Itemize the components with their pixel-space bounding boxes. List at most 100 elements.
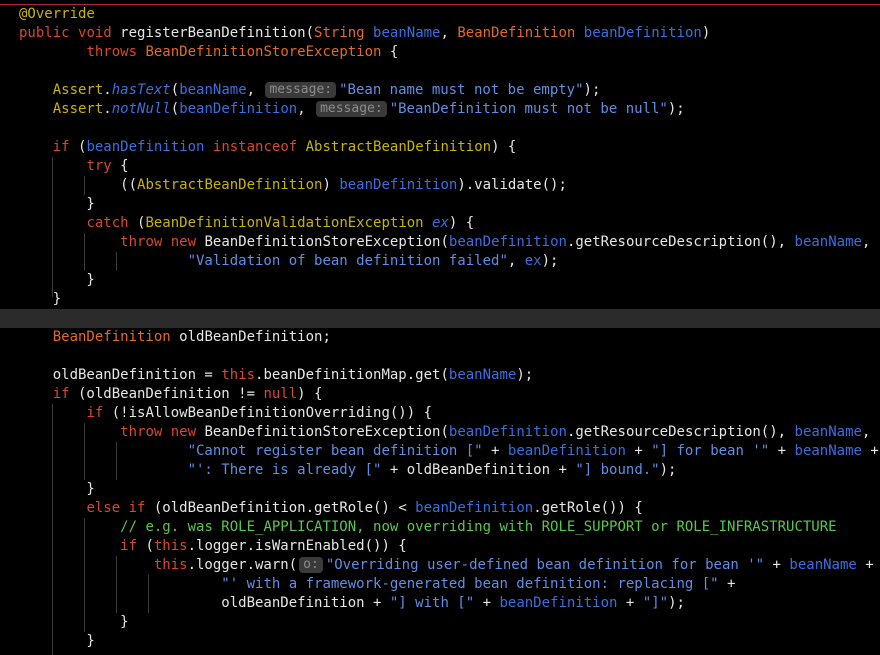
code-line-25[interactable]: "': There is already [" + oldBeanDefinit… xyxy=(19,461,879,480)
code-line-22[interactable]: if (!isAllowBeanDefinitionOverriding()) … xyxy=(19,404,879,423)
token: "] for bean '" xyxy=(651,443,770,459)
token: if xyxy=(128,500,146,516)
token: notNull xyxy=(111,101,171,117)
code-line-9[interactable]: try { xyxy=(19,157,879,176)
token: ); xyxy=(659,462,677,478)
token: + xyxy=(764,557,790,573)
code-line-20[interactable]: oldBeanDefinition = this.beanDefinitionM… xyxy=(19,366,879,385)
token: ) { xyxy=(297,386,323,402)
token: . xyxy=(103,82,112,98)
code-line-33[interactable]: } xyxy=(19,613,879,632)
token: hasText xyxy=(111,82,171,98)
token: ) { xyxy=(448,215,475,231)
code-line-29[interactable]: if (this.logger.isWarnEnabled()) { xyxy=(19,537,879,556)
token: BeanDefinition xyxy=(457,25,576,41)
token: ); xyxy=(668,595,685,611)
code-line-27[interactable]: else if (oldBeanDefinition.getRole() < b… xyxy=(19,499,879,518)
token: (!isAllowBeanDefinitionOverriding()) { xyxy=(103,405,433,421)
token: , xyxy=(297,101,315,117)
token: beanDefinition xyxy=(583,25,702,41)
code-editor[interactable]: @Override public void registerBeanDefini… xyxy=(0,0,880,655)
token: beanDefinition xyxy=(499,595,618,611)
token: throw xyxy=(120,424,163,440)
code-line-6[interactable]: Assert.notNull(beanDefinition, message: "… xyxy=(19,100,879,119)
token: this xyxy=(153,557,188,573)
code-lines[interactable]: @Override public void registerBeanDefini… xyxy=(19,5,879,651)
code-line-18[interactable]: BeanDefinition oldBeanDefinition; xyxy=(19,328,879,347)
code-line-13[interactable]: throw new BeanDefinitionStoreException(b… xyxy=(19,233,879,252)
token: beanDefinition xyxy=(86,139,205,155)
code-line-34[interactable]: } xyxy=(19,632,879,651)
code-line-26[interactable]: } xyxy=(19,480,879,499)
token: BeanDefinitionStoreException( xyxy=(196,424,449,440)
token: + xyxy=(861,443,879,459)
token: , xyxy=(861,424,871,440)
token: beanName xyxy=(179,82,247,98)
token: "': There is already [" xyxy=(187,462,382,478)
code-line-12[interactable]: catch (BeanDefinitionValidationException… xyxy=(19,214,879,233)
token: .logger.isWarnEnabled()) { xyxy=(187,538,407,554)
token: + xyxy=(482,443,508,459)
token: } xyxy=(19,291,62,307)
token: "Overriding user-defined bean definition… xyxy=(325,557,765,573)
token: "BeanDefinition must not be null" xyxy=(389,101,668,117)
token: + xyxy=(474,595,500,611)
code-line-31[interactable]: "' with a framework-generated bean defin… xyxy=(19,575,879,594)
token: Assert xyxy=(52,82,104,98)
code-line-10[interactable]: ((AbstractBeanDefinition) beanDefinition… xyxy=(19,176,879,195)
token: { xyxy=(111,158,129,174)
code-line-5[interactable]: Assert.hasText(beanName, message: "Bean n… xyxy=(19,81,879,100)
code-line-17[interactable] xyxy=(19,309,879,328)
code-line-3[interactable]: throws BeanDefinitionStoreException { xyxy=(19,43,879,62)
code-line-7[interactable] xyxy=(19,119,879,138)
code-line-1[interactable]: @Override xyxy=(19,5,879,24)
token: BeanDefinition xyxy=(52,329,171,345)
token: ( xyxy=(170,82,180,98)
token: ( xyxy=(137,538,154,554)
token: beanName xyxy=(794,234,862,250)
token: ( xyxy=(128,215,146,231)
code-line-15[interactable]: } xyxy=(19,271,879,290)
token: beanDefinition xyxy=(339,177,458,193)
token: throws xyxy=(86,44,138,60)
comment: // e.g. was ROLE_APPLICATION, now overri… xyxy=(120,519,837,535)
token: + xyxy=(617,595,643,611)
token: ); xyxy=(667,101,685,117)
token: AbstractBeanDefinition xyxy=(137,177,323,193)
code-line-4[interactable] xyxy=(19,62,879,81)
code-line-23[interactable]: throw new BeanDefinitionStoreException(b… xyxy=(19,423,879,442)
code-line-8[interactable]: if (beanDefinition instanceof AbstractBe… xyxy=(19,138,879,157)
code-line-30[interactable]: this.logger.warn(o: "Overriding user-defi… xyxy=(19,556,879,575)
token: ); xyxy=(541,253,559,269)
token: (oldBeanDefinition.getRole() < xyxy=(145,500,416,516)
code-line-11[interactable]: } xyxy=(19,195,879,214)
token: beanName xyxy=(789,557,857,573)
code-line-16[interactable]: } xyxy=(19,290,879,309)
code-line-19[interactable] xyxy=(19,347,879,366)
token: this xyxy=(221,367,256,383)
token: ex xyxy=(524,253,542,269)
token: else xyxy=(86,500,121,516)
token: "] with [" xyxy=(389,595,475,611)
code-line-21[interactable]: if (oldBeanDefinition != null) { xyxy=(19,385,879,404)
token: @Override xyxy=(19,6,95,22)
code-line-14[interactable]: "Validation of bean definition failed", … xyxy=(19,252,879,271)
token: .getResourceDescription(), xyxy=(566,424,795,440)
token: String xyxy=(314,25,365,41)
token: AbstractBeanDefinition xyxy=(305,139,492,155)
token: ); xyxy=(583,82,601,98)
code-line-32[interactable]: oldBeanDefinition + "] with [" + beanDef… xyxy=(19,594,879,613)
code-line-24[interactable]: "Cannot register bean definition [" + be… xyxy=(19,442,879,461)
code-line-28[interactable]: // e.g. was ROLE_APPLICATION, now overri… xyxy=(19,518,879,537)
code-line-2[interactable]: public void registerBeanDefinition(Strin… xyxy=(19,24,879,43)
parameter-hint: message: xyxy=(265,82,337,98)
token: ) xyxy=(701,25,711,41)
token: new xyxy=(170,424,197,440)
